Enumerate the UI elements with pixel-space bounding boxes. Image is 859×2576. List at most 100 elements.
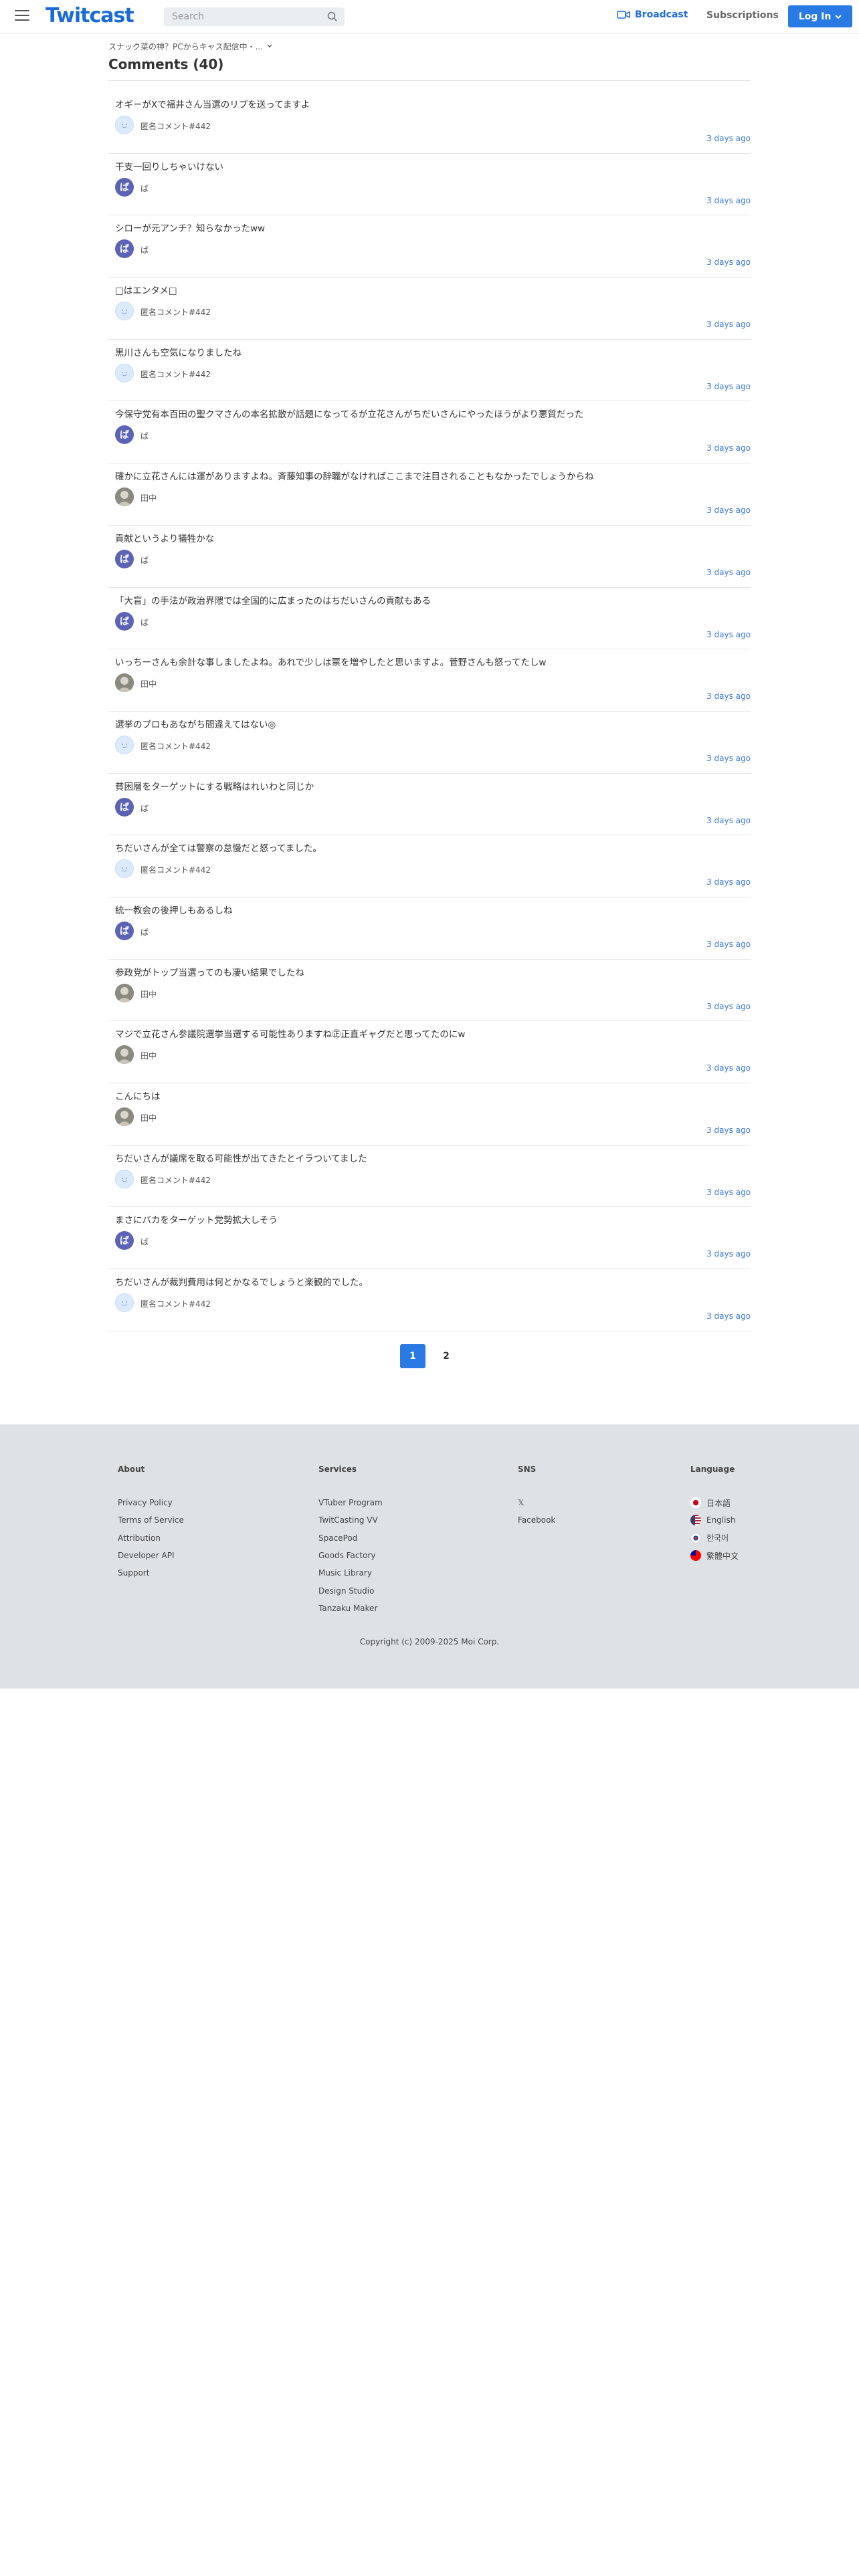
comment-username[interactable]: ば: [140, 244, 149, 255]
user-avatar-ba[interactable]: ば: [115, 239, 134, 259]
facebook-link[interactable]: Facebook: [518, 1511, 555, 1529]
search-icon[interactable]: [327, 11, 338, 22]
comment-username[interactable]: ば: [140, 1236, 149, 1247]
comment-username[interactable]: ば: [140, 554, 149, 566]
comment-timestamp[interactable]: 3 days ago: [706, 754, 751, 763]
spacepod-link[interactable]: SpacePod: [318, 1529, 383, 1547]
comment-username[interactable]: ば: [140, 183, 149, 194]
comment-timestamp[interactable]: 3 days ago: [706, 1311, 751, 1321]
comment-timestamp[interactable]: 3 days ago: [706, 816, 751, 825]
music-library-link[interactable]: Music Library: [318, 1564, 383, 1582]
comment-username[interactable]: 匿名コメント#442: [140, 306, 211, 318]
comment-text: 「大盲」の手法が政治界隈では全国的に広まったのはちだいさんの貢献もある: [115, 595, 431, 607]
broadcast-button[interactable]: Broadcast: [617, 9, 688, 20]
user-avatar-tanaka[interactable]: [115, 488, 134, 507]
comment-timestamp[interactable]: 3 days ago: [706, 1063, 751, 1073]
twitcasting-vv-link[interactable]: TwitCasting VV: [318, 1511, 383, 1529]
design-studio-link[interactable]: Design Studio: [318, 1582, 383, 1599]
comment-username[interactable]: 田中: [140, 492, 157, 504]
comment-username[interactable]: ば: [140, 802, 149, 814]
comment-timestamp[interactable]: 3 days ago: [706, 382, 751, 391]
comment-text: ちだいさんが裁判費用は何とかなるでしょうと楽観的でした。: [115, 1277, 368, 1289]
comment-timestamp[interactable]: 3 days ago: [706, 568, 751, 577]
terms-link[interactable]: Terms of Service: [118, 1511, 184, 1529]
comment-username[interactable]: ば: [140, 430, 149, 441]
developer-api-link[interactable]: Developer API: [118, 1547, 184, 1564]
comment-timestamp[interactable]: 3 days ago: [706, 257, 751, 267]
user-avatar-tanaka[interactable]: [115, 1045, 134, 1065]
comment-username[interactable]: 匿名コメント#442: [140, 368, 211, 380]
search-input[interactable]: [164, 7, 345, 26]
anonymous-avatar-icon[interactable]: [115, 363, 134, 383]
login-button[interactable]: Log In: [788, 5, 852, 27]
goods-factory-link[interactable]: Goods Factory: [318, 1547, 383, 1564]
comment-username[interactable]: ば: [140, 617, 149, 628]
anonymous-avatar-icon[interactable]: [115, 302, 134, 321]
anonymous-avatar-icon[interactable]: [115, 1169, 134, 1188]
comment-timestamp[interactable]: 3 days ago: [706, 1125, 751, 1135]
comment-username[interactable]: 匿名コメント#442: [140, 1174, 211, 1186]
comment-item: ちだいさんが全ては警察の怠慢だと怒ってました。 匿名コメント#442 3 days …: [108, 835, 751, 897]
twitcast-logo[interactable]: Twitcast: [45, 4, 134, 27]
attribution-link[interactable]: Attribution: [118, 1529, 184, 1547]
page-1-button[interactable]: 1: [400, 1344, 425, 1368]
comment-username[interactable]: 匿名コメント#442: [140, 120, 211, 132]
user-avatar-ba[interactable]: ば: [115, 177, 134, 197]
comment-item: 干支一回りしちゃいけないばば 3 days ago: [108, 154, 751, 216]
user-avatar-ba[interactable]: ば: [115, 797, 134, 817]
user-avatar-ba[interactable]: ば: [115, 425, 134, 445]
comment-item: まさにバカをターゲット党勢拡大しそうばば 3 days ago: [108, 1207, 751, 1270]
anonymous-avatar-icon[interactable]: [115, 116, 134, 134]
comment-timestamp[interactable]: 3 days ago: [706, 630, 751, 639]
comment-timestamp[interactable]: 3 days ago: [706, 506, 751, 515]
avatar-initial: ば: [120, 802, 129, 813]
anonymous-avatar-icon[interactable]: [115, 735, 134, 754]
comment-username[interactable]: 田中: [140, 1050, 157, 1061]
user-avatar-ba[interactable]: ば: [115, 1231, 134, 1251]
comment-timestamp[interactable]: 3 days ago: [706, 877, 751, 887]
language-english[interactable]: English: [690, 1511, 739, 1529]
user-avatar-tanaka[interactable]: [115, 983, 134, 1002]
comment-username[interactable]: 田中: [140, 1112, 157, 1123]
comment-timestamp[interactable]: 3 days ago: [706, 1002, 751, 1011]
hamburger-menu-icon[interactable]: [15, 10, 29, 22]
comment-username[interactable]: 田中: [140, 678, 157, 689]
comment-item: オギーがXで福井さん当選のリプを送ってますよ 匿名コメント#442 3 days a…: [108, 92, 751, 154]
comment-username[interactable]: 匿名コメント#442: [140, 864, 211, 875]
vtuber-program-link[interactable]: VTuber Program: [318, 1494, 383, 1511]
comment-timestamp[interactable]: 3 days ago: [706, 1188, 751, 1197]
footer-heading: About: [118, 1465, 145, 1474]
breadcrumb[interactable]: スナック菜の神？PCからキャス配信中・...: [108, 40, 751, 52]
avatar-initial: ば: [120, 244, 129, 255]
subscriptions-link[interactable]: Subscriptions: [706, 10, 779, 21]
comment-username[interactable]: 匿名コメント#442: [140, 1298, 211, 1309]
anonymous-avatar-icon[interactable]: [115, 859, 134, 879]
comment-text: 黒川さんも空気になりましたね: [115, 347, 242, 358]
comment-timestamp[interactable]: 3 days ago: [706, 691, 751, 701]
tanzaku-maker-link[interactable]: Tanzaku Maker: [318, 1600, 383, 1617]
comment-username[interactable]: 田中: [140, 988, 157, 1000]
comment-timestamp[interactable]: 3 days ago: [706, 320, 751, 329]
comment-timestamp[interactable]: 3 days ago: [706, 443, 751, 453]
user-avatar-ba[interactable]: ば: [115, 921, 134, 940]
japan-flag-icon: [690, 1497, 701, 1509]
user-avatar-tanaka[interactable]: [115, 673, 134, 693]
page-2-button[interactable]: 2: [434, 1344, 459, 1368]
comment-username[interactable]: 匿名コメント#442: [140, 740, 211, 752]
language-japanese[interactable]: 日本語: [690, 1494, 739, 1511]
broadcast-label: Broadcast: [635, 9, 688, 20]
privacy-policy-link[interactable]: Privacy Policy: [118, 1494, 184, 1511]
comment-timestamp[interactable]: 3 days ago: [706, 940, 751, 949]
comment-username[interactable]: ば: [140, 926, 149, 938]
user-avatar-ba[interactable]: ば: [115, 549, 134, 568]
user-avatar-tanaka[interactable]: [115, 1107, 134, 1126]
x-link[interactable]: 𝕏: [518, 1494, 555, 1511]
anonymous-avatar-icon[interactable]: [115, 1293, 134, 1313]
comment-timestamp[interactable]: 3 days ago: [706, 134, 751, 143]
support-link[interactable]: Support: [118, 1564, 184, 1582]
user-avatar-ba[interactable]: ば: [115, 611, 134, 631]
comment-timestamp[interactable]: 3 days ago: [706, 1249, 751, 1259]
language-korean[interactable]: 한국어: [690, 1529, 739, 1547]
comment-timestamp[interactable]: 3 days ago: [706, 196, 751, 205]
language-traditional-chinese[interactable]: 繁體中文: [690, 1547, 739, 1564]
